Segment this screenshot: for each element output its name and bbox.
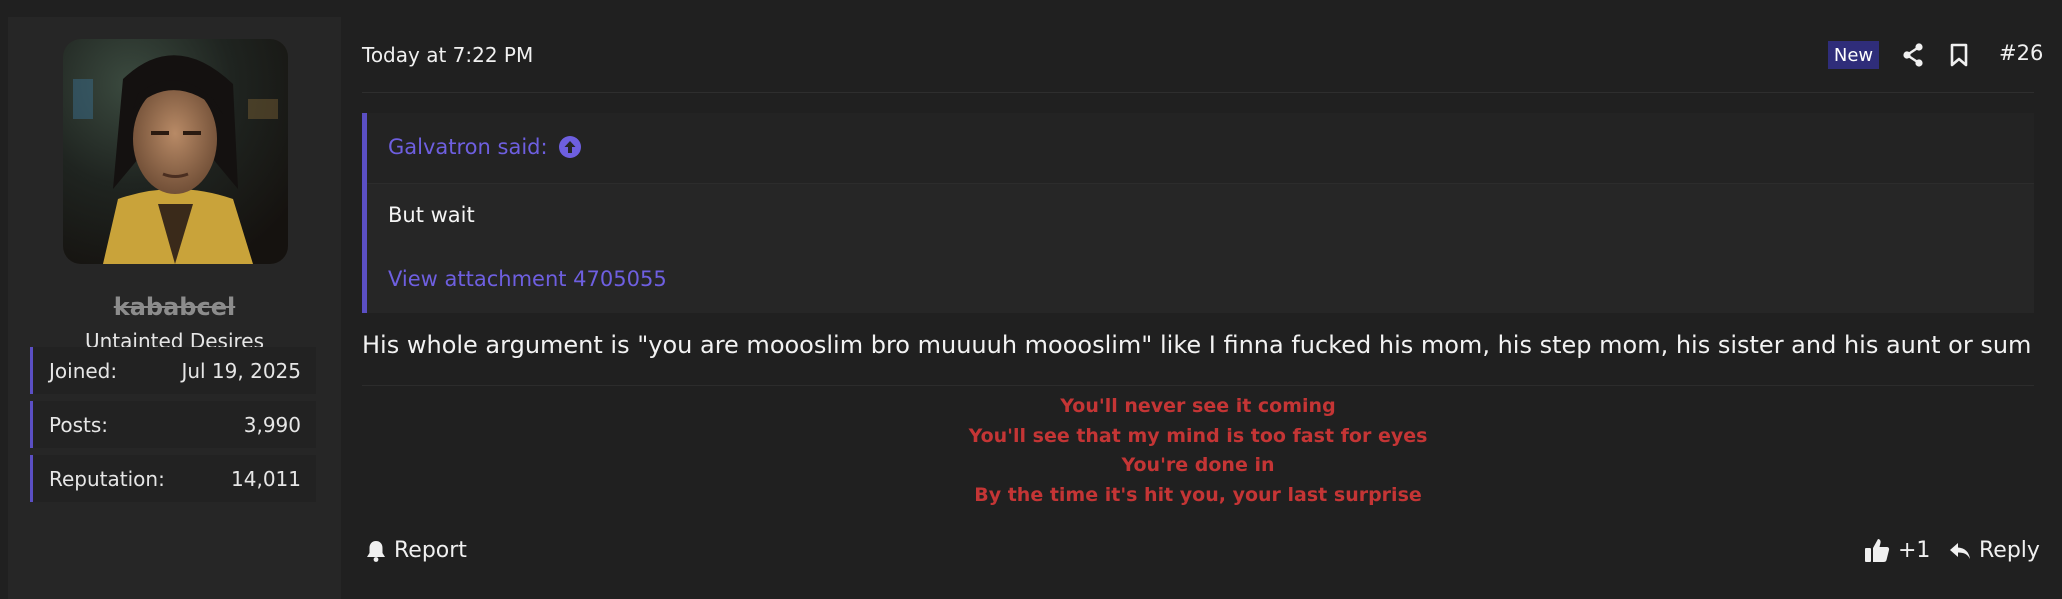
quote-header: Galvatron said: <box>367 113 2034 184</box>
user-panel: kababcel Untainted Desires Joined: Jul 1… <box>8 17 341 599</box>
post-number[interactable]: #26 <box>1999 41 2043 65</box>
stat-joined: Joined: Jul 19, 2025 <box>30 347 316 394</box>
avatar-image <box>63 39 288 264</box>
stat-label: Reputation: <box>49 466 165 491</box>
reply-icon <box>1950 542 1970 559</box>
thumbs-up-icon <box>1865 539 1890 562</box>
forum-post: kababcel Untainted Desires Joined: Jul 1… <box>0 0 2062 599</box>
user-panel-pointer <box>341 56 359 92</box>
stat-label: Posts: <box>49 412 109 437</box>
signature-line: You'll see that my mind is too fast for … <box>968 424 1428 447</box>
username[interactable]: kababcel <box>8 293 341 321</box>
stat-value: 3,990 <box>243 412 301 437</box>
signature-line: By the time it's hit you, your last surp… <box>974 483 1422 506</box>
arrow-up-circle-icon <box>558 136 581 158</box>
attachment-link[interactable]: View attachment 4705055 <box>388 267 667 291</box>
reaction-count: +1 <box>1898 537 1931 563</box>
signature-line: You'll never see it coming <box>1060 395 1336 417</box>
bell-icon <box>367 540 385 562</box>
new-badge: New <box>1828 41 1879 69</box>
quote-author: Galvatron said: <box>388 135 548 159</box>
post-body: His whole argument is "you are moooslim … <box>362 331 2032 359</box>
reply-label: Reply <box>1979 538 2040 563</box>
quote-text: But wait <box>388 203 475 227</box>
stat-posts: Posts: 3,990 <box>30 401 316 448</box>
bookmark-icon[interactable] <box>1948 41 1970 69</box>
signature-divider <box>362 385 2034 386</box>
header-divider <box>362 92 2034 93</box>
report-button[interactable]: Report <box>366 538 467 563</box>
share-icon[interactable] <box>1900 41 1926 69</box>
like-button[interactable]: +1 <box>1864 537 1930 563</box>
reply-button[interactable]: Reply <box>1949 538 2040 563</box>
signature: You'll never see it coming You'll see th… <box>362 392 2034 510</box>
stat-reputation: Reputation: 14,011 <box>30 455 316 502</box>
avatar[interactable] <box>63 39 288 264</box>
signature-line: You're done in <box>1121 454 1275 476</box>
quote-author-link[interactable]: Galvatron said: <box>388 135 582 159</box>
stat-value: Jul 19, 2025 <box>181 358 301 383</box>
post-date[interactable]: Today at 7:22 PM <box>362 43 533 67</box>
stat-value: 14,011 <box>231 466 301 491</box>
report-label: Report <box>394 538 467 563</box>
stat-label: Joined: <box>49 358 118 383</box>
quote-block: Galvatron said: But wait View attachment… <box>362 113 2034 313</box>
